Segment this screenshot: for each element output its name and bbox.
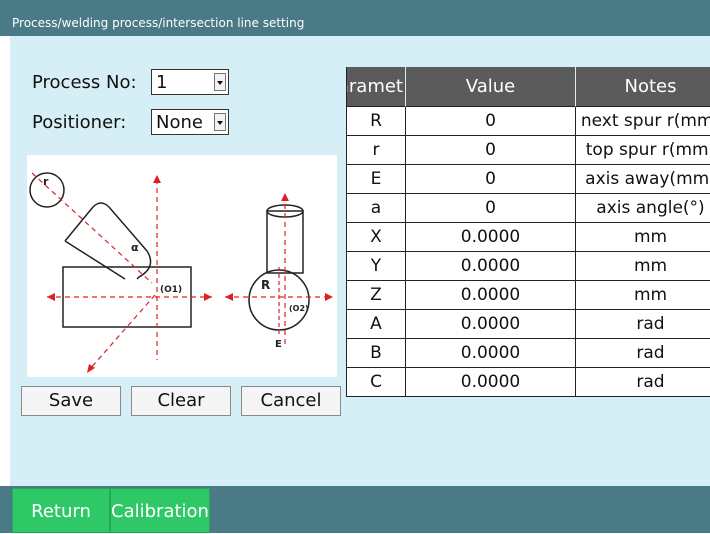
header-parameter: Paramet	[346, 67, 406, 107]
note-cell: rad	[576, 339, 710, 368]
chevron-down-icon[interactable]	[214, 113, 226, 131]
save-button[interactable]: Save	[21, 386, 121, 416]
intersection-diagram-svg: r α (O1) R (O2) E	[29, 172, 333, 373]
param-cell: R	[346, 107, 406, 136]
value-cell[interactable]: 0	[406, 194, 576, 223]
label-r: r	[43, 175, 49, 188]
header-notes: Notes	[576, 67, 710, 107]
header-value: Value	[406, 67, 576, 107]
clear-button[interactable]: Clear	[131, 386, 231, 416]
note-cell: mm	[576, 223, 710, 252]
value-cell[interactable]: 0	[406, 107, 576, 136]
value-cell[interactable]: 0	[406, 136, 576, 165]
table-row[interactable]: E 0 axis away(mm)	[346, 165, 710, 194]
table-row[interactable]: A 0.0000 rad	[346, 310, 710, 339]
chevron-down-icon[interactable]	[214, 73, 226, 91]
window-title: Process/welding process/intersection lin…	[12, 16, 305, 30]
process-no-label: Process No:	[32, 72, 137, 93]
intersection-diagram: r α (O1) R (O2) E	[27, 155, 337, 377]
param-cell: C	[346, 368, 406, 397]
calibration-button[interactable]: Calibration	[110, 488, 210, 533]
table-row[interactable]: X 0.0000 mm	[346, 223, 710, 252]
positioner-select[interactable]: None	[151, 109, 229, 135]
arrow-right-icon	[325, 293, 333, 301]
label-big-r: R	[261, 278, 270, 292]
note-cell: top spur r(mm)	[576, 136, 710, 165]
note-cell: next spur r(mm)	[576, 107, 710, 136]
value-cell[interactable]: 0.0000	[406, 310, 576, 339]
value-cell[interactable]: 0.0000	[406, 252, 576, 281]
note-cell: rad	[576, 368, 710, 397]
diagonal-axis	[88, 294, 156, 371]
base-tube-shape	[62, 266, 192, 328]
parameter-table: Paramet Value Notes R 0 next spur r(mm) …	[346, 67, 710, 397]
param-cell: Y	[346, 252, 406, 281]
table-row[interactable]: C 0.0000 rad	[346, 368, 710, 397]
note-cell: axis angle(°)	[576, 194, 710, 223]
label-e: E	[275, 339, 282, 350]
table-header: Paramet Value Notes	[346, 67, 710, 107]
param-cell: r	[346, 136, 406, 165]
return-button[interactable]: Return	[12, 488, 110, 533]
label-o1: (O1)	[160, 285, 182, 295]
process-no-value: 1	[156, 72, 168, 93]
param-cell: B	[346, 339, 406, 368]
label-alpha: α	[131, 241, 139, 254]
note-cell: rad	[576, 310, 710, 339]
table-row[interactable]: Z 0.0000 mm	[346, 281, 710, 310]
table-row[interactable]: r 0 top spur r(mm)	[346, 136, 710, 165]
value-cell[interactable]: 0.0000	[406, 223, 576, 252]
value-cell[interactable]: 0.0000	[406, 339, 576, 368]
value-cell[interactable]: 0.0000	[406, 281, 576, 310]
arrow-right-icon	[204, 293, 212, 301]
value-cell[interactable]: 0.0000	[406, 368, 576, 397]
arrow-left-icon	[47, 293, 55, 301]
positioner-value: None	[156, 112, 203, 133]
positioner-label: Positioner:	[32, 112, 127, 133]
note-cell: mm	[576, 281, 710, 310]
title-bar: Process/welding process/intersection lin…	[0, 0, 710, 36]
process-no-select[interactable]: 1	[151, 69, 229, 95]
label-o2: (O2)	[289, 304, 309, 313]
table-row[interactable]: R 0 next spur r(mm)	[346, 107, 710, 136]
branch-tube-edge	[64, 240, 126, 280]
arrow-left-icon	[225, 293, 233, 301]
large-radius-circle	[248, 269, 310, 331]
value-cell[interactable]: 0	[406, 165, 576, 194]
cancel-button[interactable]: Cancel	[241, 386, 341, 416]
param-cell: A	[346, 310, 406, 339]
arrow-up-icon	[281, 193, 289, 201]
param-cell: X	[346, 223, 406, 252]
arrow-up-icon	[153, 175, 161, 183]
param-cell: Z	[346, 281, 406, 310]
note-cell: axis away(mm)	[576, 165, 710, 194]
table-row[interactable]: B 0.0000 rad	[346, 339, 710, 368]
table-row[interactable]: a 0 axis angle(°)	[346, 194, 710, 223]
param-cell: E	[346, 165, 406, 194]
table-row[interactable]: Y 0.0000 mm	[346, 252, 710, 281]
note-cell: mm	[576, 252, 710, 281]
param-cell: a	[346, 194, 406, 223]
